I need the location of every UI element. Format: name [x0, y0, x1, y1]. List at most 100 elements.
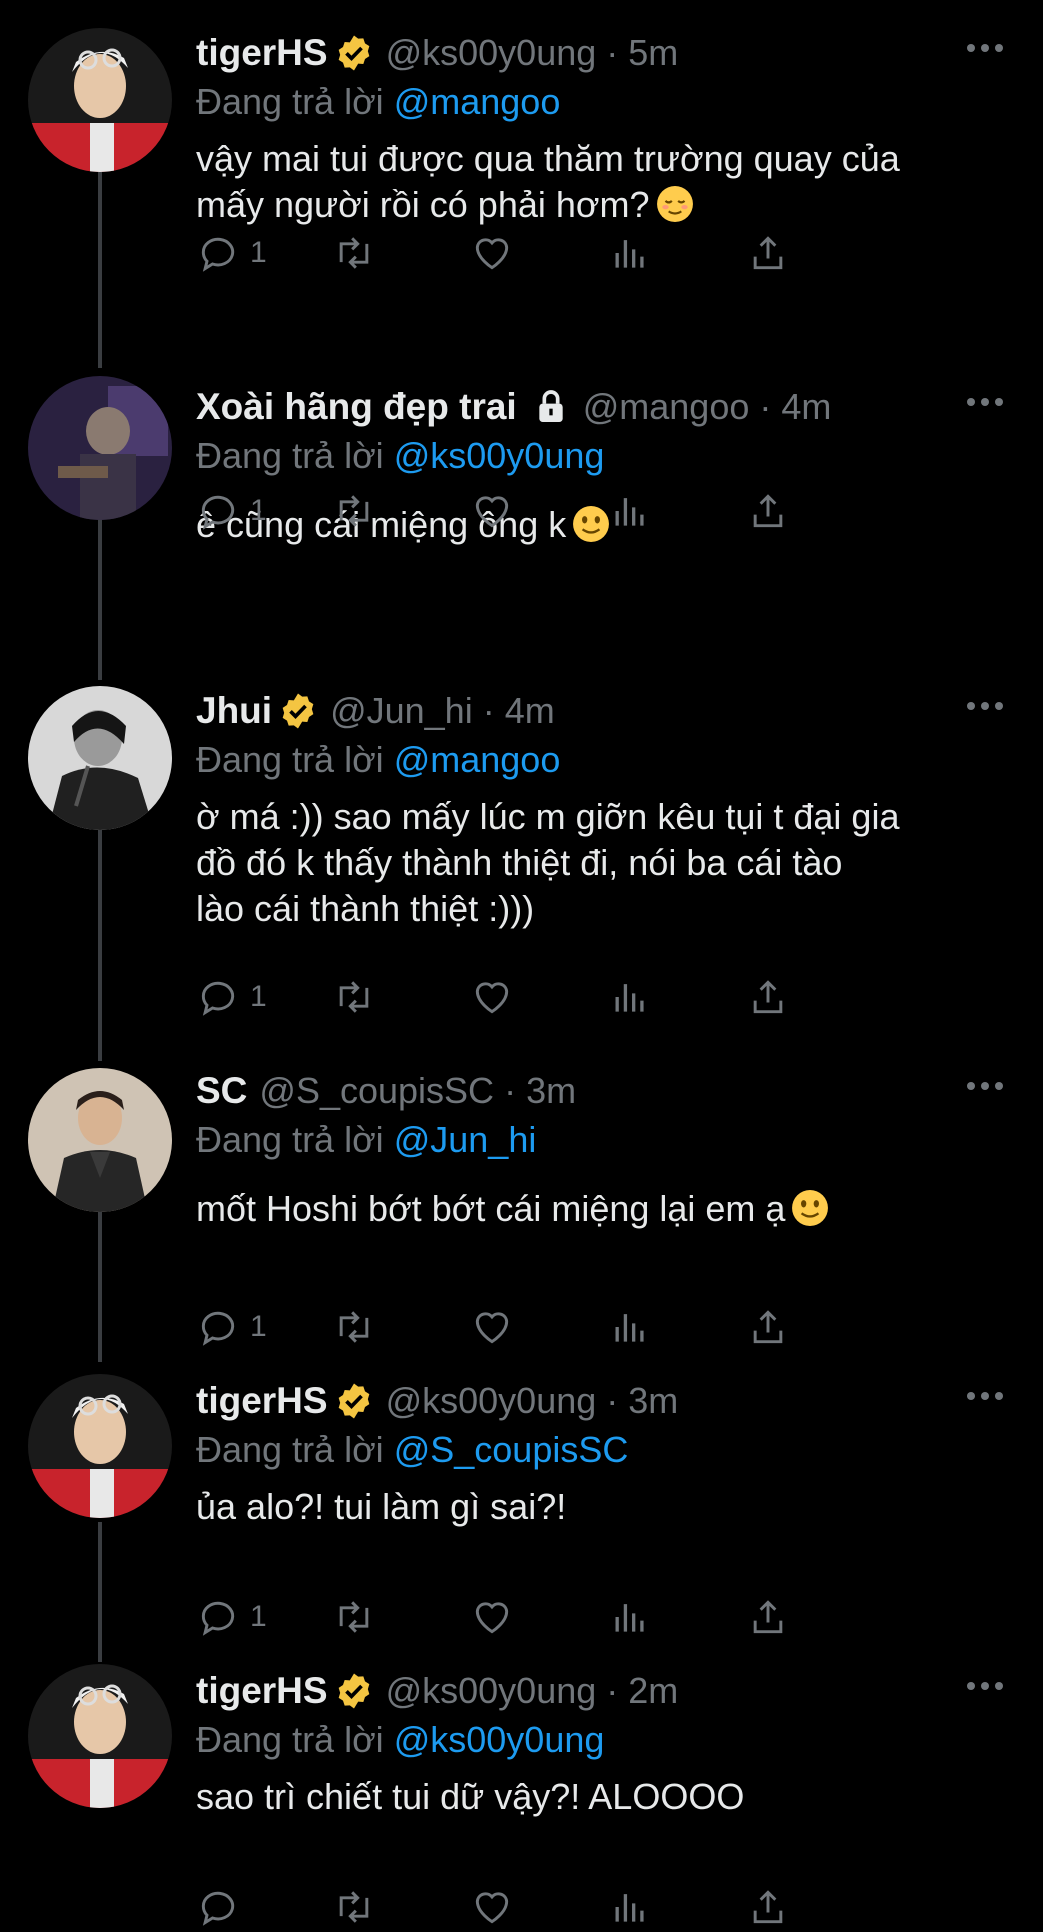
tweet-text-line: lào cái thành thiệt :)))	[196, 888, 535, 929]
user-handle[interactable]: @ks00y0ung	[386, 1670, 597, 1712]
share-button[interactable]	[746, 1302, 790, 1352]
share-button[interactable]	[746, 486, 790, 536]
timestamp[interactable]: 4m	[505, 690, 555, 732]
timestamp[interactable]: 3m	[628, 1380, 678, 1422]
user-handle[interactable]: @S_coupisSC	[259, 1070, 494, 1112]
analytics-button[interactable]	[608, 1302, 652, 1352]
analytics-button[interactable]	[608, 228, 652, 278]
heart-icon	[475, 1312, 509, 1344]
share-button[interactable]	[746, 1882, 790, 1932]
retweet-button[interactable]	[332, 972, 376, 1022]
like-button[interactable]	[470, 1592, 514, 1642]
retweet-button[interactable]	[332, 228, 376, 278]
reply-count: 1	[250, 236, 267, 269]
analytics-icon	[615, 240, 644, 268]
tweet-actions: 1	[196, 1592, 936, 1642]
reply-button[interactable]: 1	[196, 228, 267, 278]
more-options-icon[interactable]	[965, 696, 1005, 716]
thread-line	[98, 170, 102, 368]
display-name[interactable]: tigerHS	[196, 1380, 328, 1422]
avatar[interactable]	[28, 28, 172, 172]
display-name[interactable]: Xoài hãng đẹp trai	[196, 386, 517, 428]
retweet-button[interactable]	[332, 1882, 376, 1932]
reply-count: 1	[250, 494, 267, 527]
retweet-icon	[339, 1601, 369, 1633]
reply-icon	[201, 237, 235, 272]
retweet-button[interactable]	[332, 1302, 376, 1352]
mention-link[interactable]: @mangoo	[394, 81, 561, 122]
like-button[interactable]	[470, 1882, 514, 1932]
more-options-icon[interactable]	[965, 1386, 1005, 1406]
tweet-actions: 1	[196, 1302, 936, 1352]
timestamp[interactable]: 2m	[628, 1670, 678, 1712]
avatar[interactable]	[28, 376, 172, 520]
display-name[interactable]: SC	[196, 1070, 247, 1112]
timestamp[interactable]: 4m	[781, 386, 831, 428]
replying-to: Đang trả lời @S_coupisSC	[196, 1426, 1013, 1474]
analytics-button[interactable]	[608, 486, 652, 536]
tweet-actions: 1	[196, 972, 936, 1022]
reply-button[interactable]: 1	[196, 1592, 267, 1642]
more-options-icon[interactable]	[965, 1076, 1005, 1096]
timestamp[interactable]: 3m	[526, 1070, 576, 1112]
mention-link[interactable]: @S_coupisSC	[394, 1429, 629, 1470]
tweet-text-line: ờ má :)) sao mấy lúc m giỡn kêu tụi t đạ…	[196, 796, 900, 837]
more-options-icon[interactable]	[965, 38, 1005, 58]
verified-badge-icon	[282, 693, 314, 729]
display-name[interactable]: tigerHS	[196, 1670, 328, 1712]
share-icon	[753, 1890, 783, 1924]
mention-link[interactable]: @ks00y0ung	[394, 435, 605, 476]
user-handle[interactable]: @mangoo	[583, 386, 750, 428]
relieved-face-emoji-icon	[656, 186, 693, 222]
analytics-button[interactable]	[608, 1882, 652, 1932]
lock-icon	[539, 390, 563, 422]
analytics-button[interactable]	[608, 1592, 652, 1642]
share-button[interactable]	[746, 972, 790, 1022]
mention-link[interactable]: @mangoo	[394, 739, 561, 780]
retweet-button[interactable]	[332, 1592, 376, 1642]
share-button[interactable]	[746, 228, 790, 278]
display-name[interactable]: tigerHS	[196, 32, 328, 74]
user-handle[interactable]: @Jun_hi	[330, 690, 473, 732]
reply-button[interactable]: 1	[196, 486, 267, 536]
mention-link[interactable]: @Jun_hi	[394, 1119, 537, 1160]
replying-to: Đang trả lời @mangoo	[196, 78, 1013, 126]
user-handle[interactable]: @ks00y0ung	[386, 32, 597, 74]
reply-button[interactable]: 1	[196, 972, 267, 1022]
reply-icon	[201, 1601, 235, 1636]
heart-icon	[475, 496, 509, 528]
like-button[interactable]	[470, 486, 514, 536]
tweet-header: tigerHS @ks00y0ung · 5m	[196, 28, 1013, 78]
avatar[interactable]	[28, 1664, 172, 1808]
retweet-icon	[339, 237, 369, 269]
more-options-icon[interactable]	[965, 1676, 1005, 1696]
tweet-text-line: mấy người rồi có phải hơm?	[196, 182, 1013, 228]
reply-button[interactable]: 1	[196, 1302, 267, 1352]
reply-icon	[201, 1311, 235, 1346]
like-button[interactable]	[470, 972, 514, 1022]
avatar[interactable]	[28, 686, 172, 830]
avatar[interactable]	[28, 1068, 172, 1212]
tweet-text-line: mốt Hoshi bớt bớt cái miệng lại em ạ	[196, 1186, 1013, 1232]
mention-link[interactable]: @ks00y0ung	[394, 1719, 605, 1760]
retweet-icon	[339, 495, 369, 527]
like-button[interactable]	[470, 228, 514, 278]
separator-dot: ·	[482, 690, 495, 731]
retweet-button[interactable]	[332, 486, 376, 536]
reply-button[interactable]	[196, 1882, 250, 1932]
display-name[interactable]: Jhui	[196, 690, 272, 732]
more-options-icon[interactable]	[965, 392, 1005, 412]
timestamp[interactable]: 5m	[628, 32, 678, 74]
avatar[interactable]	[28, 1374, 172, 1518]
like-button[interactable]	[470, 1302, 514, 1352]
retweet-icon	[339, 981, 369, 1013]
reply-count: 1	[250, 1310, 267, 1343]
replying-label: Đang trả lời	[196, 1719, 384, 1760]
user-handle[interactable]: @ks00y0ung	[386, 1380, 597, 1422]
share-icon	[753, 494, 783, 528]
share-button[interactable]	[746, 1592, 790, 1642]
tweet-text-line: vậy mai tui được qua thăm trường quay củ…	[196, 138, 900, 179]
tweet-header: tigerHS @ks00y0ung · 3m	[196, 1376, 1013, 1426]
analytics-icon	[615, 1604, 644, 1632]
analytics-button[interactable]	[608, 972, 652, 1022]
